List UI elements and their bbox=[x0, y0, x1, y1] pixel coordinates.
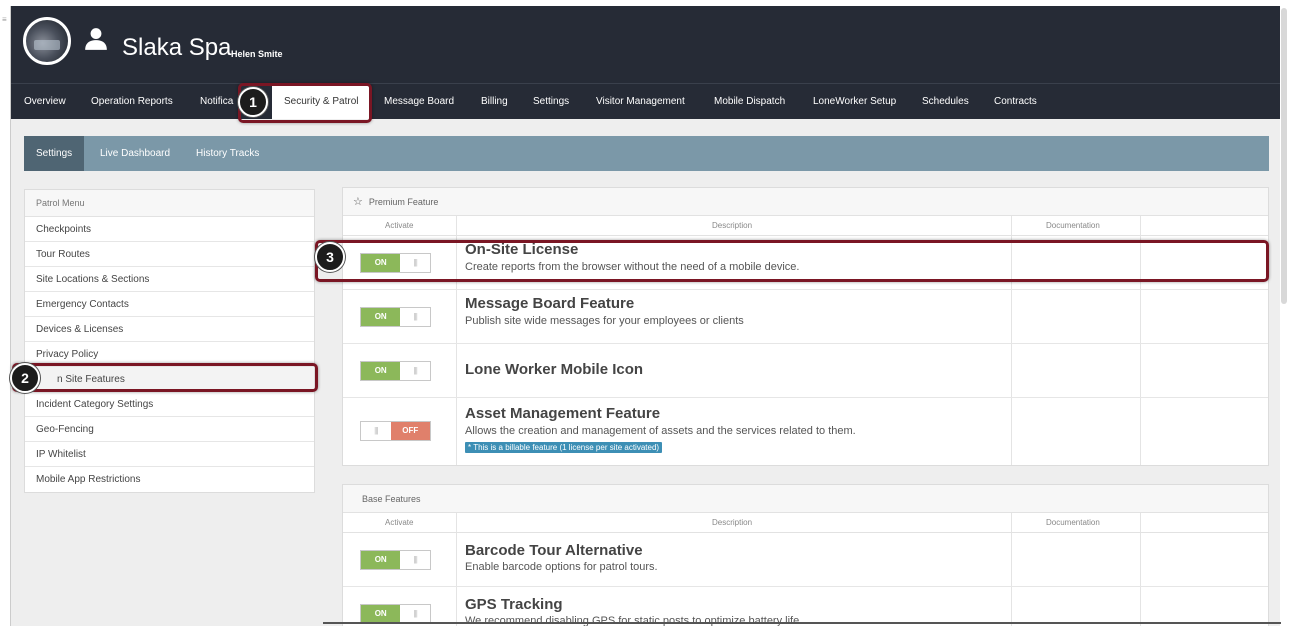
top-navigation: Overview Operation Reports Notifica Secu… bbox=[11, 83, 1280, 119]
patrol-menu: Patrol Menu Checkpoints Tour Routes Site… bbox=[24, 189, 315, 493]
menu-item-incident-category[interactable]: Incident Category Settings bbox=[25, 392, 314, 417]
patrol-menu-title: Patrol Menu bbox=[25, 190, 314, 217]
nav-contracts[interactable]: Contracts bbox=[994, 84, 1037, 120]
premium-column-headers: Activate Description Documentation bbox=[343, 216, 1268, 236]
feature-row: ON ||| GPS Tracking We recommend disabli… bbox=[343, 587, 1268, 626]
callout-1: 1 bbox=[238, 87, 268, 117]
premium-features-panel: ☆ Premium Feature Activate Description Do… bbox=[342, 187, 1269, 466]
nav-visitor-management[interactable]: Visitor Management bbox=[596, 84, 685, 120]
column-documentation: Documentation bbox=[1046, 518, 1100, 527]
site-header: Slaka Spa Helen Smite bbox=[11, 6, 1280, 83]
feature-row: ON ||| Message Board Feature Publish sit… bbox=[343, 290, 1268, 344]
callout-2: 2 bbox=[10, 363, 40, 393]
nav-loneworker-setup[interactable]: LoneWorker Setup bbox=[813, 84, 896, 120]
tab-history-tracks[interactable]: History Tracks bbox=[184, 136, 271, 171]
feature-title: GPS Tracking bbox=[465, 596, 563, 613]
user-name: Helen Smite bbox=[231, 49, 283, 59]
column-description: Description bbox=[712, 221, 753, 230]
tab-live-dashboard[interactable]: Live Dashboard bbox=[88, 136, 182, 171]
base-features-panel: Base Features Activate Description Docum… bbox=[342, 484, 1269, 626]
nav-settings[interactable]: Settings bbox=[533, 84, 569, 120]
nav-schedules[interactable]: Schedules bbox=[922, 84, 969, 120]
barcode-tour-toggle[interactable]: ON ||| bbox=[360, 550, 431, 570]
menu-item-geo-fencing[interactable]: Geo-Fencing bbox=[25, 417, 314, 442]
menu-item-mobile-app-restrictions[interactable]: Mobile App Restrictions bbox=[25, 467, 314, 492]
nav-billing[interactable]: Billing bbox=[481, 84, 508, 120]
menu-item-tour-routes[interactable]: Tour Routes bbox=[25, 242, 314, 267]
highlight-on-site-license bbox=[315, 240, 1269, 282]
nav-mobile-dispatch[interactable]: Mobile Dispatch bbox=[714, 84, 785, 120]
feature-description: Allows the creation and management of as… bbox=[465, 425, 856, 437]
window-bottom-edge bbox=[323, 622, 1281, 624]
nav-operation-reports[interactable]: Operation Reports bbox=[91, 84, 173, 120]
column-documentation: Documentation bbox=[1046, 221, 1100, 230]
feature-row: ON ||| Barcode Tour Alternative Enable b… bbox=[343, 533, 1268, 587]
feature-description: We recommend disabling GPS for static po… bbox=[465, 615, 803, 626]
feature-title: Asset Management Feature bbox=[465, 405, 661, 422]
feature-row: ||| OFF Asset Management Feature Allows … bbox=[343, 398, 1268, 465]
menu-item-devices-licenses[interactable]: Devices & Licenses bbox=[25, 317, 314, 342]
message-board-toggle[interactable]: ON ||| bbox=[360, 307, 431, 327]
base-column-headers: Activate Description Documentation bbox=[343, 513, 1268, 533]
page-scrollbar[interactable] bbox=[1281, 8, 1287, 304]
star-icon: ☆ bbox=[353, 196, 363, 208]
menu-item-emergency-contacts[interactable]: Emergency Contacts bbox=[25, 292, 314, 317]
lone-worker-icon-toggle[interactable]: ON ||| bbox=[360, 361, 431, 381]
feature-description: Publish site wide messages for your empl… bbox=[465, 315, 744, 327]
site-name: Slaka Spa bbox=[122, 34, 232, 61]
feature-title: Message Board Feature bbox=[465, 295, 635, 312]
collapse-grip-icon[interactable]: ≡ bbox=[2, 16, 8, 28]
sub-navigation: Settings Live Dashboard History Tracks bbox=[24, 136, 1269, 171]
nav-message-board[interactable]: Message Board bbox=[384, 84, 454, 120]
callout-3: 3 bbox=[315, 242, 345, 272]
user-icon bbox=[85, 28, 107, 50]
base-panel-header: Base Features bbox=[343, 485, 1268, 513]
site-avatar[interactable] bbox=[23, 17, 71, 65]
app-window: Slaka Spa Helen Smite Overview Operation… bbox=[10, 6, 1280, 626]
menu-item-site-locations[interactable]: Site Locations & Sections bbox=[25, 267, 314, 292]
menu-item-ip-whitelist[interactable]: IP Whitelist bbox=[25, 442, 314, 467]
tab-settings[interactable]: Settings bbox=[24, 136, 85, 171]
billable-badge: * This is a billable feature (1 license … bbox=[465, 442, 663, 453]
column-description: Description bbox=[712, 518, 753, 527]
column-activate: Activate bbox=[385, 221, 414, 230]
menu-item-checkpoints[interactable]: Checkpoints bbox=[25, 217, 314, 242]
premium-panel-title: Premium Feature bbox=[368, 197, 439, 207]
feature-title: Lone Worker Mobile Icon bbox=[465, 361, 644, 378]
nav-overview[interactable]: Overview bbox=[24, 84, 66, 120]
highlight-on-site-features bbox=[12, 363, 318, 392]
feature-row: ON ||| Lone Worker Mobile Icon bbox=[343, 344, 1268, 398]
asset-management-toggle[interactable]: ||| OFF bbox=[360, 421, 431, 441]
feature-description: Enable barcode options for patrol tours. bbox=[465, 561, 658, 573]
gps-tracking-toggle[interactable]: ON ||| bbox=[360, 604, 431, 624]
nav-notifications[interactable]: Notifica bbox=[200, 84, 233, 120]
premium-panel-header: ☆ Premium Feature bbox=[343, 188, 1268, 216]
column-activate: Activate bbox=[385, 518, 414, 527]
feature-title: Barcode Tour Alternative bbox=[465, 542, 643, 559]
